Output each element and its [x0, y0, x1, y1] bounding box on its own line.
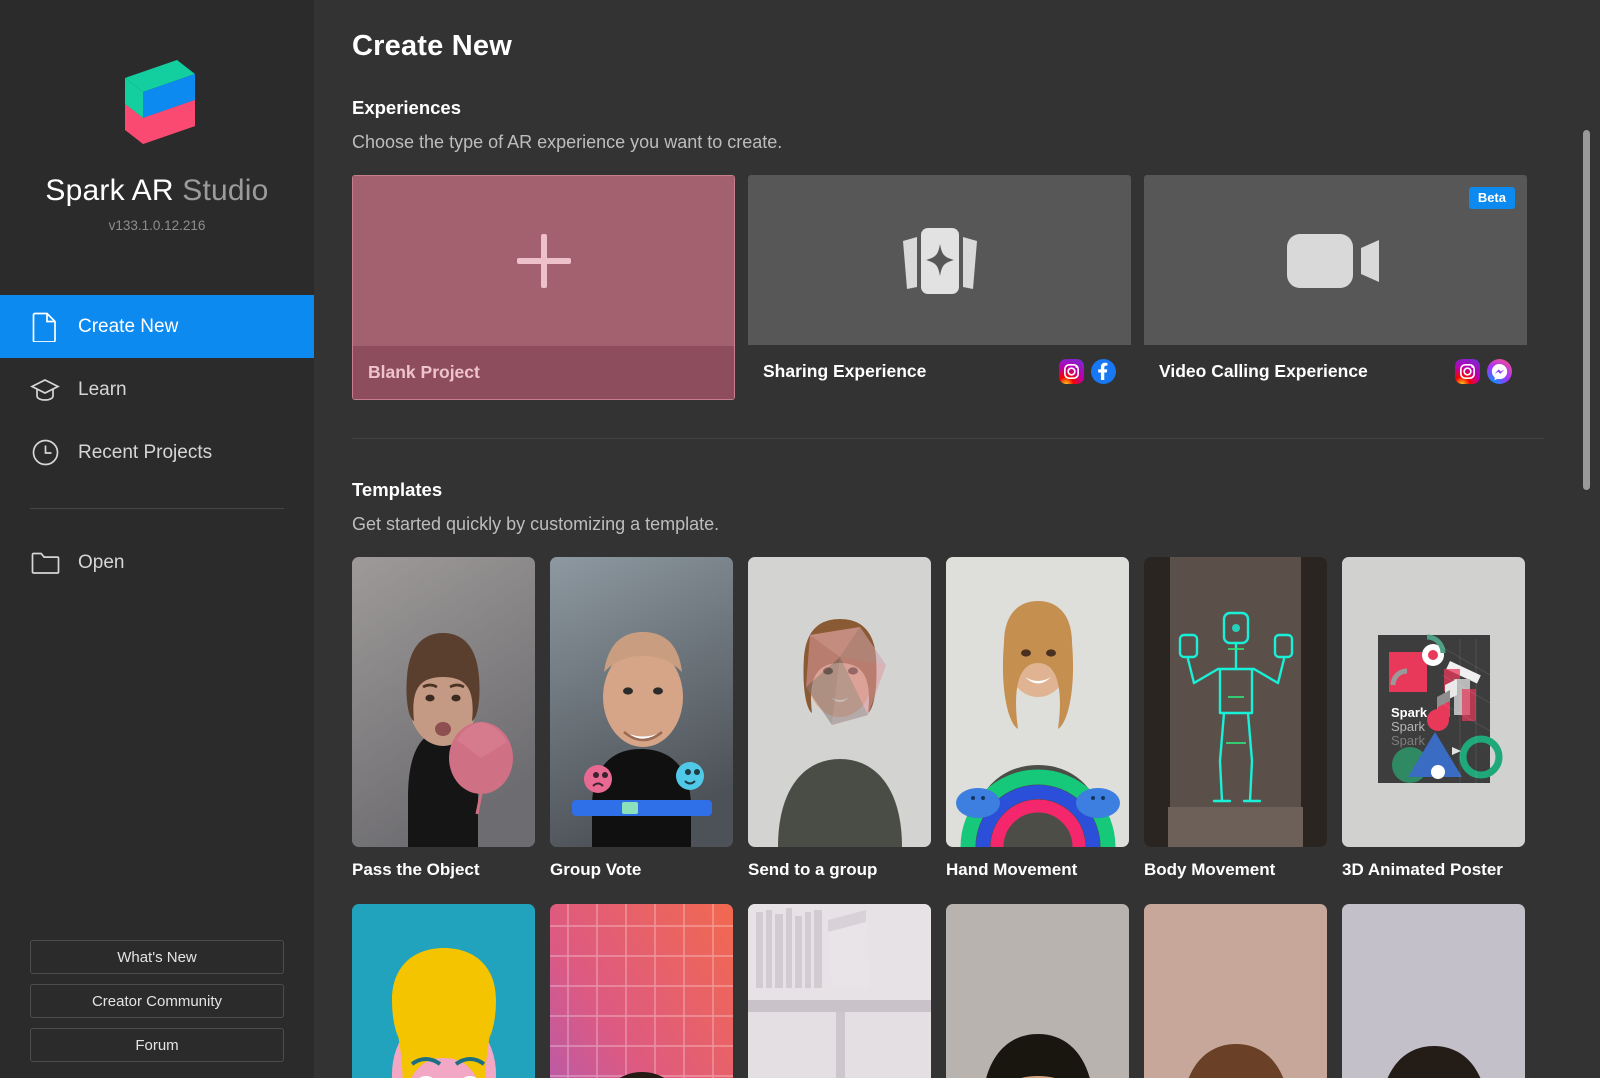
- template-card-label: Group Vote: [550, 860, 642, 879]
- template-thumbnail-white-shelf: [748, 904, 931, 1078]
- templates-grid: Pass the Object Group Vote Send to a gro…: [352, 557, 1544, 1078]
- brand-suffix: Studio: [182, 174, 269, 207]
- svg-text:Spark: Spark: [1391, 733, 1425, 748]
- templates-block: Templates Get started quickly by customi…: [314, 479, 1600, 1078]
- plus-icon: [516, 234, 571, 288]
- template-card-label: Hand Movement: [946, 860, 1078, 879]
- experiences-section-title: Experiences: [352, 97, 462, 118]
- template-thumbnail-dark-hair-portrait: [946, 904, 1129, 1078]
- brand-name: Spark AR: [45, 174, 174, 207]
- graduation-cap-icon: [30, 375, 60, 405]
- sidebar-divider: [30, 508, 284, 509]
- video-camera-icon: [1286, 234, 1379, 288]
- template-thumbnail-spark-poster: Spark Spark Spark: [1342, 557, 1525, 847]
- experience-badges: [1455, 359, 1512, 384]
- folder-icon: [30, 548, 60, 578]
- sidebar-nav: Create New Learn Recent Projects Open: [0, 295, 314, 594]
- template-thumbnail-woman-facemesh: [748, 557, 931, 847]
- sidebar-item-recent-projects[interactable]: Recent Projects: [0, 421, 314, 484]
- document-icon: [30, 312, 60, 342]
- template-card[interactable]: [352, 904, 535, 1078]
- version-label: v133.1.0.12.216: [108, 218, 206, 233]
- template-card-label: Pass the Object: [352, 860, 480, 879]
- sidebar-footer: What's New Creator Community Forum: [0, 940, 314, 1062]
- experience-card-video-calling-experience[interactable]: Beta Video Calling Experience: [1144, 175, 1527, 400]
- page-title: Create New: [352, 30, 512, 62]
- template-card-label: 3D Animated Poster: [1342, 860, 1503, 879]
- beta-badge: Beta: [1468, 187, 1515, 209]
- sidebar-item-learn[interactable]: Learn: [0, 358, 314, 421]
- template-card[interactable]: Pass the Object: [352, 557, 535, 880]
- whats-new-button[interactable]: What's New: [30, 940, 284, 974]
- svg-text:Spark: Spark: [1391, 719, 1425, 734]
- template-thumbnail-pink-grid-portrait: [550, 904, 733, 1078]
- template-card[interactable]: Send to a group: [748, 557, 931, 880]
- sidebar: Spark AR Studio v133.1.0.12.216 Create N…: [0, 0, 314, 1078]
- templates-section-title: Templates: [352, 479, 443, 500]
- template-thumbnail-warm-portrait: [1144, 904, 1327, 1078]
- section-divider: [352, 438, 1544, 439]
- sidebar-item-label: Recent Projects: [78, 441, 213, 463]
- experience-card-blank-project[interactable]: Blank Project: [352, 175, 735, 400]
- template-card[interactable]: Hand Movement: [946, 557, 1129, 880]
- template-card-label: Send to a group: [748, 860, 878, 879]
- template-card[interactable]: Group Vote: [550, 557, 733, 880]
- sidebar-item-label: Learn: [78, 378, 127, 400]
- sidebar-item-label: Open: [78, 551, 125, 573]
- facebook-icon: [1091, 359, 1116, 384]
- experience-card-sharing-experience[interactable]: Sharing Experience: [748, 175, 1131, 400]
- template-thumbnail-woman-rainbow: [946, 557, 1129, 847]
- template-card[interactable]: [550, 904, 733, 1078]
- spark-ar-studio-window: Spark AR Studio v133.1.0.12.216 Create N…: [0, 0, 1600, 1078]
- experience-card-label: Video Calling Experience: [1159, 361, 1368, 381]
- experiences-section-subtitle: Choose the type of AR experience you wan…: [352, 132, 783, 152]
- experience-card-label: Sharing Experience: [763, 361, 927, 381]
- experience-card-label: Blank Project: [368, 362, 480, 382]
- template-card[interactable]: [748, 904, 931, 1078]
- template-thumbnail-man-poll: [550, 557, 733, 847]
- spark-ar-logo-icon: [125, 60, 195, 144]
- template-card[interactable]: [1342, 904, 1525, 1078]
- instagram-icon: [1455, 359, 1480, 384]
- brand-block: Spark AR Studio v133.1.0.12.216: [0, 0, 314, 233]
- experience-footer: Sharing Experience: [748, 345, 1131, 398]
- template-card-label: Body Movement: [1144, 860, 1276, 879]
- template-thumbnail-neon-body: [1144, 557, 1327, 847]
- creator-community-button[interactable]: Creator Community: [30, 984, 284, 1018]
- vertical-scrollbar[interactable]: [1583, 0, 1590, 1078]
- experience-footer: Video Calling Experience: [1144, 345, 1527, 398]
- template-card[interactable]: [1144, 904, 1327, 1078]
- sidebar-item-label: Create New: [78, 315, 179, 337]
- scrollbar-thumb[interactable]: [1583, 130, 1590, 490]
- templates-section-subtitle: Get started quickly by customizing a tem…: [352, 514, 720, 534]
- svg-text:Spark: Spark: [1391, 705, 1428, 720]
- sidebar-item-open[interactable]: Open: [0, 531, 314, 594]
- experience-thumbnail: Beta: [1144, 175, 1527, 345]
- clock-icon: [30, 438, 60, 468]
- experience-thumbnail: [353, 176, 734, 346]
- template-card[interactable]: Body Movement: [1144, 557, 1327, 880]
- template-thumbnail-glasses-portrait: [1342, 904, 1525, 1078]
- experience-thumbnail: [748, 175, 1131, 345]
- page-brand-title: Spark AR Studio: [0, 174, 314, 208]
- template-card[interactable]: [946, 904, 1129, 1078]
- template-thumbnail-popart-portrait: [352, 904, 535, 1078]
- experiences-row: Blank Project Sharing Experience Beta Vi…: [352, 175, 1544, 400]
- instagram-icon: [1059, 359, 1084, 384]
- template-thumbnail-woman-balloon: [352, 557, 535, 847]
- forum-button[interactable]: Forum: [30, 1028, 284, 1062]
- card-stack-sparkle-icon: [902, 228, 977, 294]
- main-content: Create New Experiences Choose the type o…: [314, 0, 1600, 1078]
- sidebar-item-create-new[interactable]: Create New: [0, 295, 314, 358]
- main-inner: Create New Experiences Choose the type o…: [314, 30, 1600, 400]
- messenger-icon: [1487, 359, 1512, 384]
- experience-badges: [1059, 359, 1116, 384]
- template-card[interactable]: Spark Spark Spark 3D Animated Poster: [1342, 557, 1525, 880]
- experience-footer: Blank Project: [353, 346, 734, 399]
